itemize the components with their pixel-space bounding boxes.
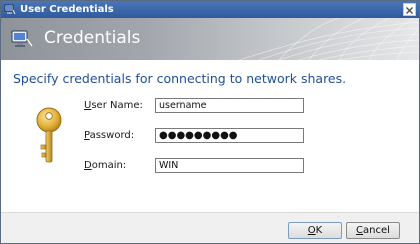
network-computer-icon	[4, 4, 16, 15]
domain-field[interactable]: WIN	[155, 158, 304, 173]
window-title: User Credentials	[20, 4, 114, 15]
button-bar: OK Cancel	[1, 212, 419, 243]
key-icon	[31, 107, 67, 169]
username-field[interactable]: username	[155, 98, 304, 113]
user-credentials-dialog: User Credentials Credentials Specify cre…	[0, 0, 420, 244]
close-icon	[405, 1, 414, 19]
banner-title: Credentials	[44, 28, 141, 48]
title-bar: User Credentials	[1, 1, 419, 18]
network-computer-icon	[11, 30, 33, 52]
domain-label: Domain:	[84, 160, 127, 171]
banner-decoration	[238, 18, 419, 60]
ok-button[interactable]: OK	[288, 222, 342, 239]
cancel-button[interactable]: Cancel	[346, 222, 400, 239]
close-button[interactable]	[403, 3, 416, 16]
header-banner: Credentials	[1, 18, 419, 60]
instruction-heading: Specify credentials for connecting to ne…	[13, 71, 347, 86]
username-label: User Name:	[84, 100, 143, 111]
password-field[interactable]: ●●●●●●●●●	[155, 128, 304, 143]
password-label: Password:	[84, 130, 135, 141]
